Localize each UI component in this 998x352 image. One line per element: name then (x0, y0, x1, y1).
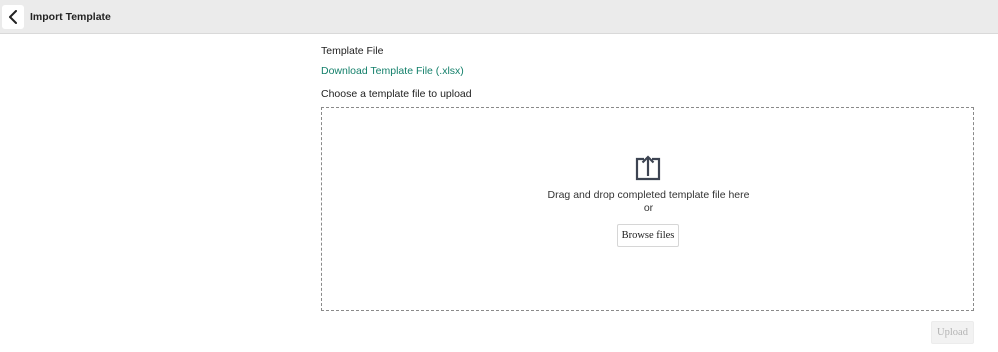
page-title: Import Template (30, 11, 111, 23)
browse-files-button[interactable]: Browse files (617, 224, 679, 247)
choose-file-label: Choose a template file to upload (321, 88, 472, 100)
drag-drop-text: Drag and drop completed template file he… (547, 189, 750, 201)
file-dropzone[interactable]: Drag and drop completed template file he… (321, 107, 974, 311)
template-file-label: Template File (321, 45, 384, 57)
upload-button[interactable]: Upload (931, 321, 974, 344)
chevron-left-icon (9, 10, 17, 24)
or-text: or (643, 202, 654, 214)
upload-icon (635, 155, 661, 181)
page-header: Import Template (0, 0, 998, 34)
download-template-link[interactable]: Download Template File (.xlsx) (321, 65, 464, 77)
back-button[interactable] (2, 5, 24, 29)
